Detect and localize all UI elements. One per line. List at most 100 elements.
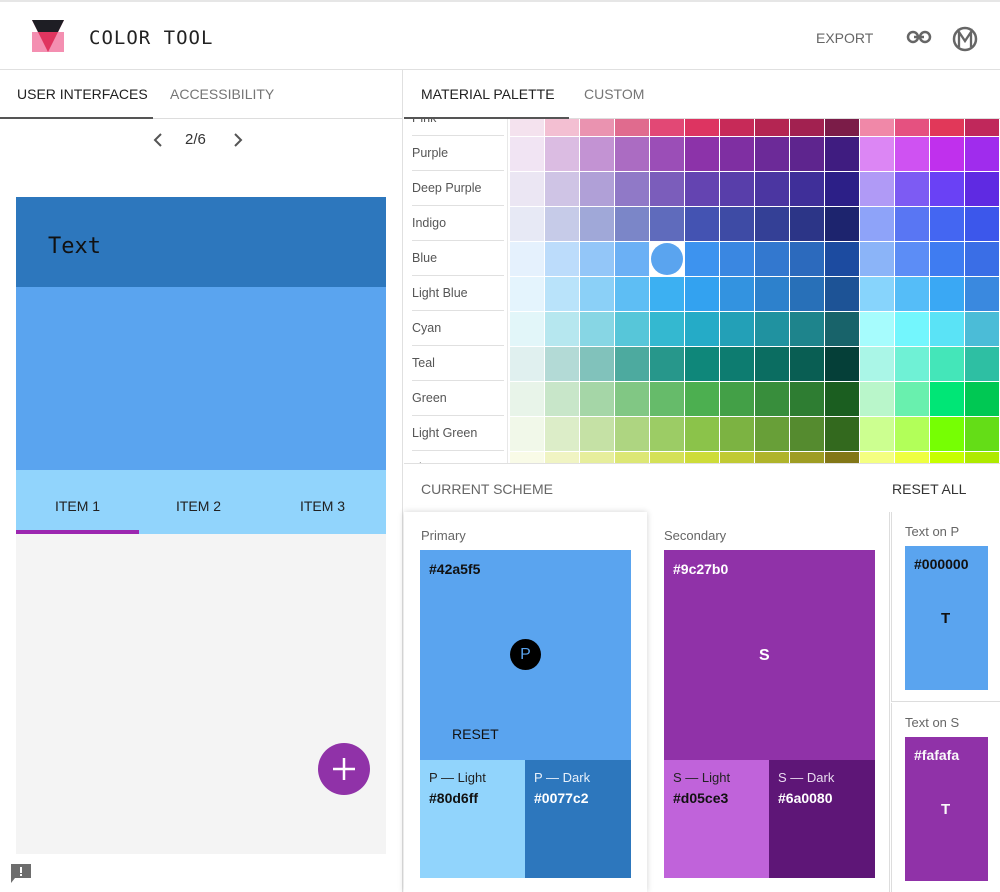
palette-swatch[interactable] [685, 207, 719, 241]
palette-swatch[interactable] [720, 312, 754, 346]
palette-swatch[interactable] [615, 312, 649, 346]
palette-swatch[interactable] [650, 242, 684, 276]
palette-swatch[interactable] [615, 207, 649, 241]
palette-swatch[interactable] [510, 347, 544, 381]
palette-swatch[interactable] [650, 119, 684, 136]
reset-all-button[interactable]: RESET ALL [892, 481, 966, 497]
palette-swatch[interactable] [720, 172, 754, 206]
palette-swatch[interactable] [545, 137, 579, 171]
palette-swatch[interactable] [860, 277, 894, 311]
palette-swatch[interactable] [790, 347, 824, 381]
palette-swatch[interactable] [825, 172, 859, 206]
palette-swatch[interactable] [685, 137, 719, 171]
palette-swatch[interactable] [860, 452, 894, 463]
palette-swatch[interactable] [720, 417, 754, 451]
palette-swatch[interactable] [580, 172, 614, 206]
palette-swatch[interactable] [545, 452, 579, 463]
palette-swatch[interactable] [720, 382, 754, 416]
palette-swatch[interactable] [580, 417, 614, 451]
primary-reset-button[interactable]: RESET [452, 726, 499, 742]
primary-swatch[interactable]: #42a5f5 P RESET [420, 550, 631, 760]
palette-row-label[interactable]: Purple [412, 136, 504, 171]
palette-swatch[interactable] [545, 119, 579, 136]
palette-swatch[interactable] [720, 277, 754, 311]
palette-swatch[interactable] [510, 137, 544, 171]
tab-accessibility[interactable]: ACCESSIBILITY [170, 86, 274, 102]
palette-swatch[interactable] [510, 382, 544, 416]
palette-swatch[interactable] [580, 207, 614, 241]
palette-swatch[interactable] [825, 452, 859, 463]
palette-swatch[interactable] [720, 452, 754, 463]
secondary-light-swatch[interactable]: S — Light #d05ce3 [664, 760, 769, 878]
palette-swatch[interactable] [895, 172, 929, 206]
palette-swatch[interactable] [685, 277, 719, 311]
palette-swatch[interactable] [580, 137, 614, 171]
link-icon[interactable] [906, 27, 932, 47]
palette-swatch[interactable] [965, 347, 999, 381]
palette-swatch[interactable] [650, 207, 684, 241]
preview-tab-item-3[interactable]: ITEM 3 [261, 498, 384, 514]
palette-swatch[interactable] [720, 119, 754, 136]
palette-swatch[interactable] [825, 417, 859, 451]
palette-swatch[interactable] [930, 347, 964, 381]
palette-swatch[interactable] [895, 417, 929, 451]
palette-swatch[interactable] [825, 312, 859, 346]
palette-row-label[interactable]: Deep Purple [412, 171, 504, 206]
palette-swatch[interactable] [930, 242, 964, 276]
palette-swatch[interactable] [755, 312, 789, 346]
palette-swatch[interactable] [755, 382, 789, 416]
palette-row-label[interactable]: Green [412, 381, 504, 416]
palette-swatch[interactable] [790, 312, 824, 346]
palette-swatch[interactable] [965, 172, 999, 206]
palette-row-label[interactable]: Light Green [412, 416, 504, 451]
palette-swatch[interactable] [965, 277, 999, 311]
palette-swatch[interactable] [895, 242, 929, 276]
palette-swatch[interactable] [580, 382, 614, 416]
palette-swatch[interactable] [755, 417, 789, 451]
palette-swatch[interactable] [580, 277, 614, 311]
palette-swatch[interactable] [545, 417, 579, 451]
palette-swatch[interactable] [615, 452, 649, 463]
palette-swatch[interactable] [615, 137, 649, 171]
palette-swatch[interactable] [895, 347, 929, 381]
palette-swatch[interactable] [720, 207, 754, 241]
feedback-icon[interactable] [10, 863, 32, 885]
palette-swatch[interactable] [825, 119, 859, 136]
palette-swatch[interactable] [825, 207, 859, 241]
palette-swatch[interactable] [895, 137, 929, 171]
palette-swatch[interactable] [965, 119, 999, 136]
palette-swatch[interactable] [615, 417, 649, 451]
palette-swatch[interactable] [580, 347, 614, 381]
palette-swatch[interactable] [965, 312, 999, 346]
palette-swatch[interactable] [790, 277, 824, 311]
palette-row-label[interactable]: Cyan [412, 311, 504, 346]
preview-tab-item-2[interactable]: ITEM 2 [137, 498, 260, 514]
palette-row-label[interactable]: Lime [412, 451, 504, 463]
palette-swatch[interactable] [580, 242, 614, 276]
export-button[interactable]: EXPORT [816, 30, 873, 46]
palette-swatch[interactable] [650, 382, 684, 416]
palette-swatch[interactable] [615, 347, 649, 381]
palette-swatch[interactable] [895, 382, 929, 416]
palette-swatch[interactable] [615, 172, 649, 206]
palette-swatch[interactable] [685, 452, 719, 463]
palette-swatch[interactable] [755, 347, 789, 381]
palette-swatch[interactable] [930, 452, 964, 463]
palette-swatch[interactable] [860, 137, 894, 171]
palette-swatch[interactable] [930, 312, 964, 346]
palette-swatch[interactable] [895, 119, 929, 136]
palette-swatch[interactable] [650, 452, 684, 463]
tab-custom[interactable]: CUSTOM [584, 86, 644, 102]
palette-swatch[interactable] [895, 452, 929, 463]
tab-material-palette[interactable]: MATERIAL PALETTE [421, 86, 555, 102]
palette-swatch[interactable] [510, 207, 544, 241]
palette-row-label[interactable]: Blue [412, 241, 504, 276]
palette-swatch[interactable] [545, 382, 579, 416]
palette-swatch[interactable] [650, 172, 684, 206]
palette-swatch[interactable] [755, 119, 789, 136]
palette-swatch[interactable] [825, 382, 859, 416]
palette-swatch[interactable] [965, 207, 999, 241]
palette-swatch[interactable] [720, 347, 754, 381]
material-logo-icon[interactable] [952, 26, 978, 52]
palette-swatch[interactable] [965, 242, 999, 276]
